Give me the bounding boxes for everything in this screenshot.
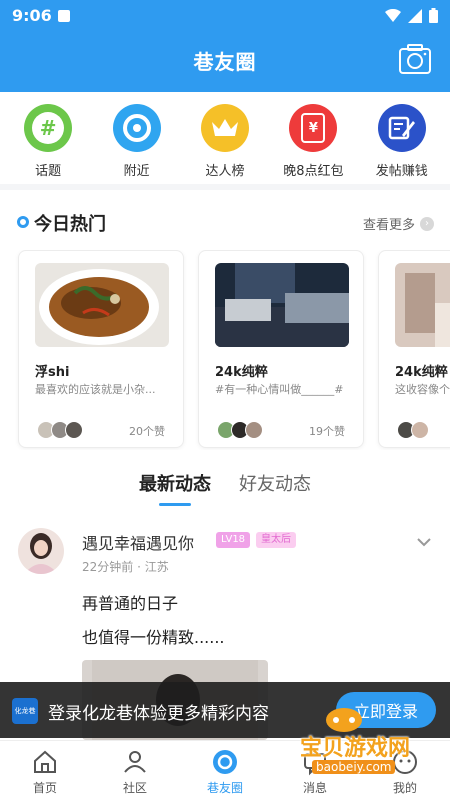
avatar [245, 421, 263, 439]
card-title: 24k纯粹 [215, 365, 268, 380]
like-count: 20个赞 [129, 425, 165, 438]
avatar[interactable] [18, 528, 64, 574]
see-more-label: 查看更多 [362, 218, 415, 233]
like-count: 19个赞 [309, 425, 345, 438]
room-photo [215, 263, 349, 347]
hot-card[interactable]: 24k纯粹 #有一种心情叫做______# 19个赞 [198, 250, 364, 448]
app-header: 9:06 巷友圈 [0, 0, 450, 92]
avatar [65, 421, 83, 439]
post-meta: 22分钟前 · 江苏 [82, 560, 169, 574]
page-title: 巷友圈 [193, 50, 257, 74]
hot-section-header: 今日热门 查看更多 › [0, 206, 450, 240]
red-packet-entry[interactable]: ¥ 晚8点红包 [273, 104, 353, 184]
status-time: 9:06 [12, 6, 52, 25]
nearby-label: 附近 [123, 164, 150, 179]
hot-cards-carousel[interactable]: 浮shi 最喜欢的应该就是小杂... 20个赞 24k纯粹 #有一种心情叫做__… [0, 250, 450, 450]
section-dot-icon [17, 216, 29, 228]
crown-icon [200, 104, 249, 152]
see-more-link[interactable]: 查看更多 › [363, 214, 434, 233]
chevron-right-icon: › [420, 216, 434, 231]
red-packet-label: 晚8点红包 [283, 164, 344, 179]
circle-icon [213, 750, 237, 774]
card-description: #有一种心情叫做______# [215, 383, 344, 396]
title-badge: 皇太后 [256, 532, 296, 548]
food-photo [35, 263, 169, 347]
status-bar: 9:06 [0, 0, 450, 30]
hot-section-title: 今日热门 [34, 214, 106, 235]
quick-entry-bar: # 话题 附近 达人榜 ¥ 晚8点红包 发帖赚钱 [0, 92, 450, 190]
tab-latest[interactable]: 最新动态 [139, 470, 211, 506]
signal-icon [408, 8, 422, 23]
earn-label: 发帖赚钱 [375, 164, 428, 179]
camera-icon[interactable] [398, 42, 432, 76]
tab-label: 首页 [32, 781, 57, 795]
earn-entry[interactable]: 发帖赚钱 [362, 104, 442, 184]
avatar [411, 421, 429, 439]
chevron-down-icon[interactable] [416, 534, 432, 550]
battery-icon [429, 8, 438, 23]
tab-circle[interactable]: 巷友圈 [190, 741, 260, 800]
ranking-entry[interactable]: 达人榜 [185, 104, 265, 184]
tab-community[interactable]: 社区 [100, 741, 170, 800]
topic-entry[interactable]: # 话题 [8, 104, 88, 184]
feed-tabs: 最新动态 好友动态 [0, 470, 450, 510]
home-icon [34, 750, 56, 773]
card-title: 24k纯粹 [395, 365, 448, 380]
tab-home[interactable]: 首页 [10, 741, 80, 800]
topic-label: 话题 [35, 164, 62, 179]
liker-avatars [37, 421, 83, 439]
post-author-name[interactable]: 遇见幸福遇见你 [82, 530, 194, 554]
gamepad-icon [326, 708, 362, 732]
post-text: 再普通的日子 [82, 594, 179, 613]
post-text: 也值得一份精致...... [82, 628, 225, 647]
login-prompt-text: 登录化龙巷体验更多精彩内容 [48, 704, 269, 724]
card-title: 浮shi [35, 365, 70, 380]
red-packet-icon: ¥ [289, 104, 338, 152]
location-icon [112, 104, 161, 152]
watermark-url: baobeiy.com [312, 760, 396, 774]
room-photo [395, 263, 450, 347]
hot-card[interactable]: 浮shi 最喜欢的应该就是小杂... 20个赞 [18, 250, 184, 448]
community-icon [124, 751, 146, 773]
hot-card[interactable]: 24k纯粹 这收容像个 [378, 250, 450, 448]
app-logo: 化龙巷 [12, 698, 38, 724]
status-indicators [385, 8, 438, 23]
nearby-entry[interactable]: 附近 [97, 104, 177, 184]
edit-post-icon [377, 104, 426, 152]
tab-label: 巷友圈 [206, 781, 243, 795]
liker-avatars [397, 421, 429, 439]
watermark: 宝贝游戏网 baobeiy.com [278, 700, 428, 784]
watermark-text: 宝贝游戏网 [300, 736, 411, 761]
ranking-label: 达人榜 [205, 164, 245, 179]
card-description: 这收容像个 [395, 383, 450, 396]
tab-friends[interactable]: 好友动态 [239, 470, 311, 506]
liker-avatars [217, 421, 263, 439]
wifi-icon [385, 8, 401, 22]
hashtag-icon: # [24, 104, 73, 152]
notification-icon [58, 10, 70, 22]
card-description: 最喜欢的应该就是小杂... [35, 383, 156, 396]
level-badge: LV18 [216, 532, 251, 548]
tab-label: 社区 [122, 781, 147, 795]
